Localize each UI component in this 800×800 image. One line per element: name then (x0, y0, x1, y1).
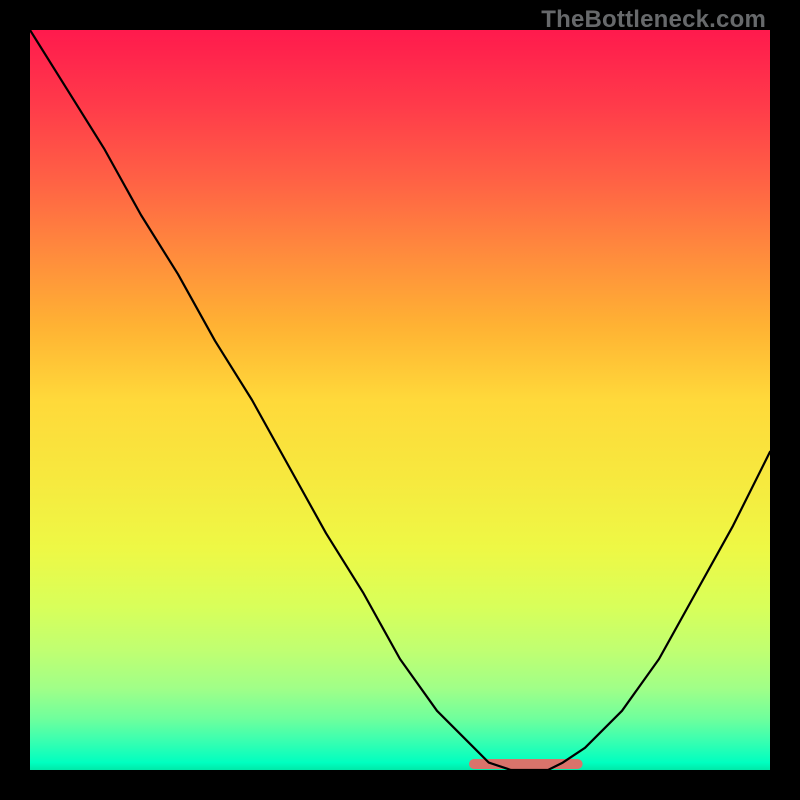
plot-area (30, 30, 770, 770)
curve-svg (30, 30, 770, 770)
watermark-text: TheBottleneck.com (541, 6, 766, 34)
chart-frame: TheBottleneck.com (0, 0, 800, 800)
bottleneck-curve (30, 30, 770, 770)
